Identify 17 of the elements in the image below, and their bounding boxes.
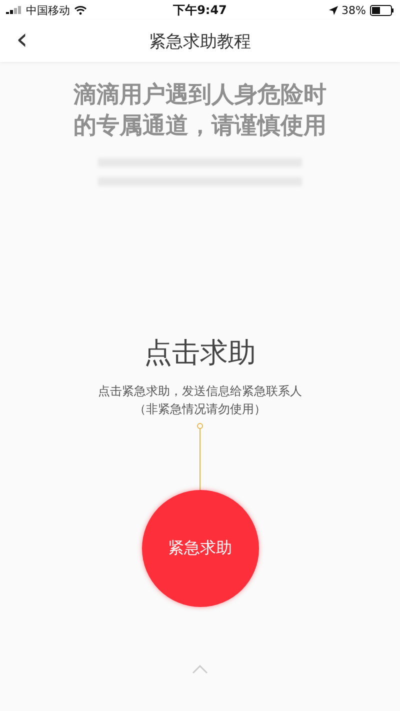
headline-line: 滴滴用户遇到人身危险时 — [74, 81, 326, 110]
tip-text: （非紧急情况请勿使用） — [134, 401, 266, 418]
tip-title: 点击求助 — [144, 335, 256, 371]
signal-icon — [6, 6, 22, 14]
back-button[interactable]: ‹ — [12, 26, 32, 54]
carrier-name: 中国移动 — [26, 2, 70, 18]
emergency-help-button[interactable]: 紧急求助 — [142, 490, 258, 607]
tip-text: 点击紧急求助，发送信息给紧急联系人 — [98, 383, 302, 400]
connector-line — [196, 422, 204, 490]
battery-percent: 38% — [342, 4, 366, 16]
chevron-up-icon[interactable] — [192, 665, 208, 674]
location-arrow-icon — [328, 6, 338, 14]
battery-icon — [370, 4, 394, 16]
page-title: 紧急求助教程 — [149, 30, 251, 52]
wifi-icon — [74, 5, 87, 15]
headline-line: 的专属通道，请谨慎使用 — [74, 112, 326, 141]
status-time: 下午9:47 — [173, 2, 227, 18]
